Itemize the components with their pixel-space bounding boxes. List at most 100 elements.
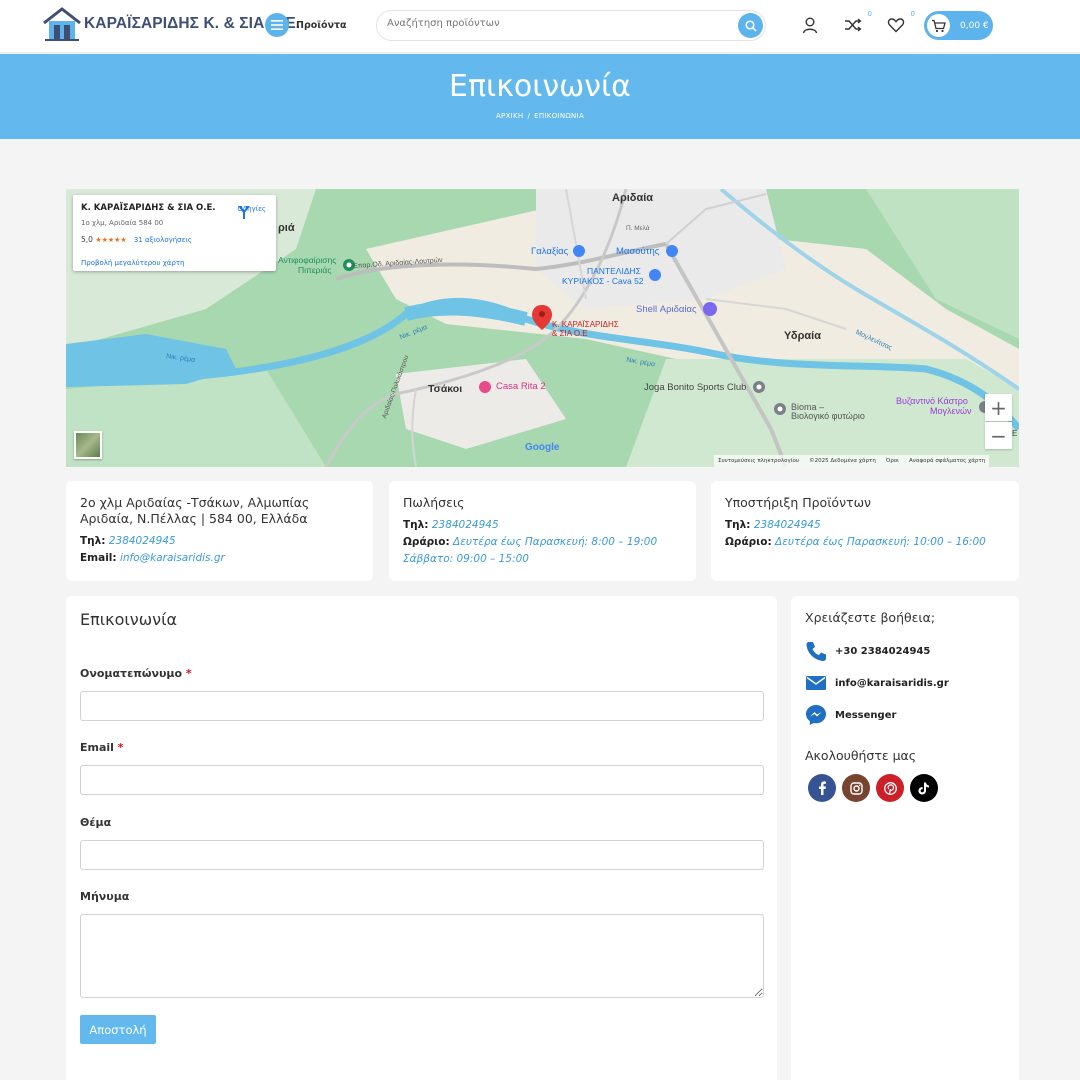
address-line2: Αριδαία, Ν.Πέλλας | 584 00, Ελλάδα [80, 511, 308, 526]
email-icon [806, 676, 826, 690]
map-label-panteleidis-2: ΚΥΡΙΑΚΟΣ - Cava 52 [562, 276, 644, 286]
wishlist-count-badge: 0 [910, 10, 915, 18]
map-place-card: Κ. ΚΑΡΑΪΣΑΡΙΔΗΣ & ΣΙΑ Ο.Ε. 1ο χλμ, Αριδα… [73, 195, 276, 271]
facebook-button[interactable] [808, 774, 836, 802]
required-mark: * [117, 741, 124, 754]
map-label-aridaia: Αριδαία [612, 192, 654, 204]
map-label-shell: Shell Αριδαίας [636, 304, 697, 315]
reviews-link[interactable]: 31 αξιολογήσεις [134, 236, 192, 244]
map-label-antiforfairisis-1: Αντιφοφαίρισης [278, 255, 337, 265]
breadcrumb-current: ΕΠΙΚΟΙΝΩΝΙΑ [534, 112, 585, 120]
map-footer-shortcuts[interactable]: Συντομεύσεις πληκτρολογίου [718, 458, 799, 464]
map-pin-label-line2: & ΣΙΑ Ο.Ε [552, 329, 588, 338]
directions-icon [238, 206, 251, 219]
phone-label: Τηλ: [403, 519, 429, 531]
social-links [808, 774, 938, 802]
sidebar-email-link[interactable]: info@karaisaridis.gr [805, 672, 949, 694]
map-label-casa-rita: Casa Rita 2 [496, 381, 546, 392]
messenger-icon [806, 705, 826, 725]
phone-label: Τηλ: [725, 519, 751, 531]
support-hours: Δευτέρα έως Παρασκευή: 10:00 – 16:00 [775, 536, 986, 548]
google-map[interactable]: Αριδαία Υδραία Τσάκοι Γαλαξίας Μασούτης … [66, 189, 1019, 467]
map-footer-terms[interactable]: Όροι [886, 458, 899, 464]
map-type-toggle[interactable] [74, 431, 102, 459]
pinterest-icon [883, 781, 897, 795]
breadcrumb-home-link[interactable]: ΑΡΧΙΚΗ [496, 112, 524, 120]
site-logo[interactable]: ΚΑΡΑΪΣΑΡΙΔΗΣ Κ. & ΣΙΑ Ο.Ε. [42, 6, 300, 42]
facebook-icon [819, 781, 826, 795]
sales-phone-row: Τηλ: 2384024945 [403, 519, 682, 532]
account-button[interactable] [801, 16, 821, 36]
map-label-tsakoi: Τσάκοι [428, 383, 463, 395]
email-label: Email: [80, 552, 117, 564]
compare-count-badge: 0 [867, 10, 872, 18]
pinterest-button[interactable] [876, 774, 904, 802]
phone-label: Τηλ: [80, 535, 106, 547]
map-label-ydraia: Υδραία [784, 330, 821, 342]
breadcrumb-separator: / [527, 112, 531, 120]
address-email-row: Email: info@karaisaridis.gr [80, 552, 359, 565]
user-icon [802, 17, 818, 34]
message-label: Μήνυμα [80, 890, 130, 903]
subject-label: Θέμα [80, 816, 112, 829]
tiktok-button[interactable] [910, 774, 938, 802]
support-phone-link[interactable]: 2384024945 [754, 519, 821, 531]
support-title: Υποστήριξη Προϊόντων [725, 495, 872, 510]
zoom-in-button[interactable]: + [985, 394, 1012, 421]
name-label-text: Ονοματεπώνυμο [80, 667, 183, 680]
email-label: Email * [80, 741, 124, 754]
page-hero: Επικοινωνία ΑΡΧΙΚΗ / ΕΠΙΚΟΙΝΩΝΙΑ [0, 54, 1080, 139]
map-footer-report[interactable]: Αναφορά σφάλματος χάρτη [909, 458, 985, 464]
map-label-vyzantino-2: Μογλενών [930, 406, 972, 416]
map-label-p-melo: Π. Μελά [626, 225, 650, 232]
sidebar-phone-link[interactable]: +30 2384024945 [805, 640, 930, 662]
tiktok-icon [918, 782, 929, 794]
place-rating-row: 5,0 ★★★★★ 31 αξιολογήσεις [81, 235, 268, 244]
name-label: Ονοματεπώνυμο * [80, 667, 192, 680]
cart-button[interactable]: 0,00 € [924, 11, 993, 40]
site-header: ΚΑΡΑΪΣΑΡΙΔΗΣ Κ. & ΣΙΑ Ο.Ε. Προϊόντα 0 0 … [0, 0, 1080, 53]
compare-button[interactable]: 0 [844, 10, 872, 36]
submit-button[interactable]: Αποστολή [80, 1015, 156, 1044]
cart-icon [927, 14, 950, 37]
products-menu-button[interactable]: Προϊόντα [265, 13, 347, 37]
plus-icon: + [990, 395, 1007, 420]
map-footer-copyright: ©2025 Δεδομένα χάρτη [809, 458, 876, 464]
map-footer: Συντομεύσεις πληκτρολογίου ©2025 Δεδομέν… [714, 455, 990, 467]
cart-total: 0,00 € [960, 20, 989, 31]
help-title: Χρειάζεστε βοήθεια; [805, 610, 936, 625]
hours-label: Ωράριο: [725, 536, 772, 548]
wishlist-button[interactable]: 0 [887, 10, 915, 36]
map-label-pieria: ριά [278, 222, 295, 234]
name-field[interactable] [80, 691, 764, 721]
directions-button[interactable]: Οδηγίες [237, 205, 266, 219]
address-email-link[interactable]: info@karaisaridis.gr [120, 552, 225, 564]
place-address: 1ο χλμ, Αριδαία 584 00 [81, 219, 164, 227]
message-field[interactable] [80, 914, 764, 998]
google-logo: Google [525, 442, 560, 453]
search-button[interactable] [738, 13, 763, 38]
house-logo-icon [42, 7, 82, 41]
subject-field[interactable] [80, 840, 764, 870]
heart-icon [887, 18, 905, 33]
sales-phone-link[interactable]: 2384024945 [432, 519, 499, 531]
hours-label: Ωράριο: [403, 536, 450, 548]
larger-map-link[interactable]: Προβολή μεγαλύτερου χάρτη [81, 259, 184, 267]
zoom-out-button[interactable]: − [985, 422, 1012, 449]
map-pin-label-line1: Κ. ΚΑΡΑΪΣΑΡΙΔΗΣ [552, 320, 619, 329]
sidebar-messenger-link[interactable]: Messenger [805, 704, 896, 726]
support-hours-row: Ωράριο: Δευτέρα έως Παρασκευή: 10:00 – 1… [725, 536, 1005, 549]
sales-hours: Δευτέρα έως Παρασκευή: 8:00 – 19:00 [453, 536, 658, 548]
sales-hours-row: Ωράριο: Δευτέρα έως Παρασκευή: 8:00 – 19… [403, 536, 682, 549]
help-sidebar: Χρειάζεστε βοήθεια; +30 2384024945 info@… [791, 596, 1019, 1080]
sales-card: Πωλήσεις Τηλ: 2384024945 Ωράριο: Δευτέρα… [389, 481, 696, 581]
address-phone-row: Τηλ: 2384024945 [80, 535, 359, 548]
support-card: Υποστήριξη Προϊόντων Τηλ: 2384024945 Ωρά… [711, 481, 1019, 581]
breadcrumb: ΑΡΧΙΚΗ / ΕΠΙΚΟΙΝΩΝΙΑ [0, 112, 1080, 120]
email-field[interactable] [80, 765, 764, 795]
address-phone-link[interactable]: 2384024945 [109, 535, 176, 547]
search-input[interactable] [387, 18, 727, 29]
products-menu-label: Προϊόντα [296, 19, 347, 31]
instagram-button[interactable] [842, 774, 870, 802]
map-label-joga-bonito: Joga Bonito Sports Club [644, 382, 747, 393]
